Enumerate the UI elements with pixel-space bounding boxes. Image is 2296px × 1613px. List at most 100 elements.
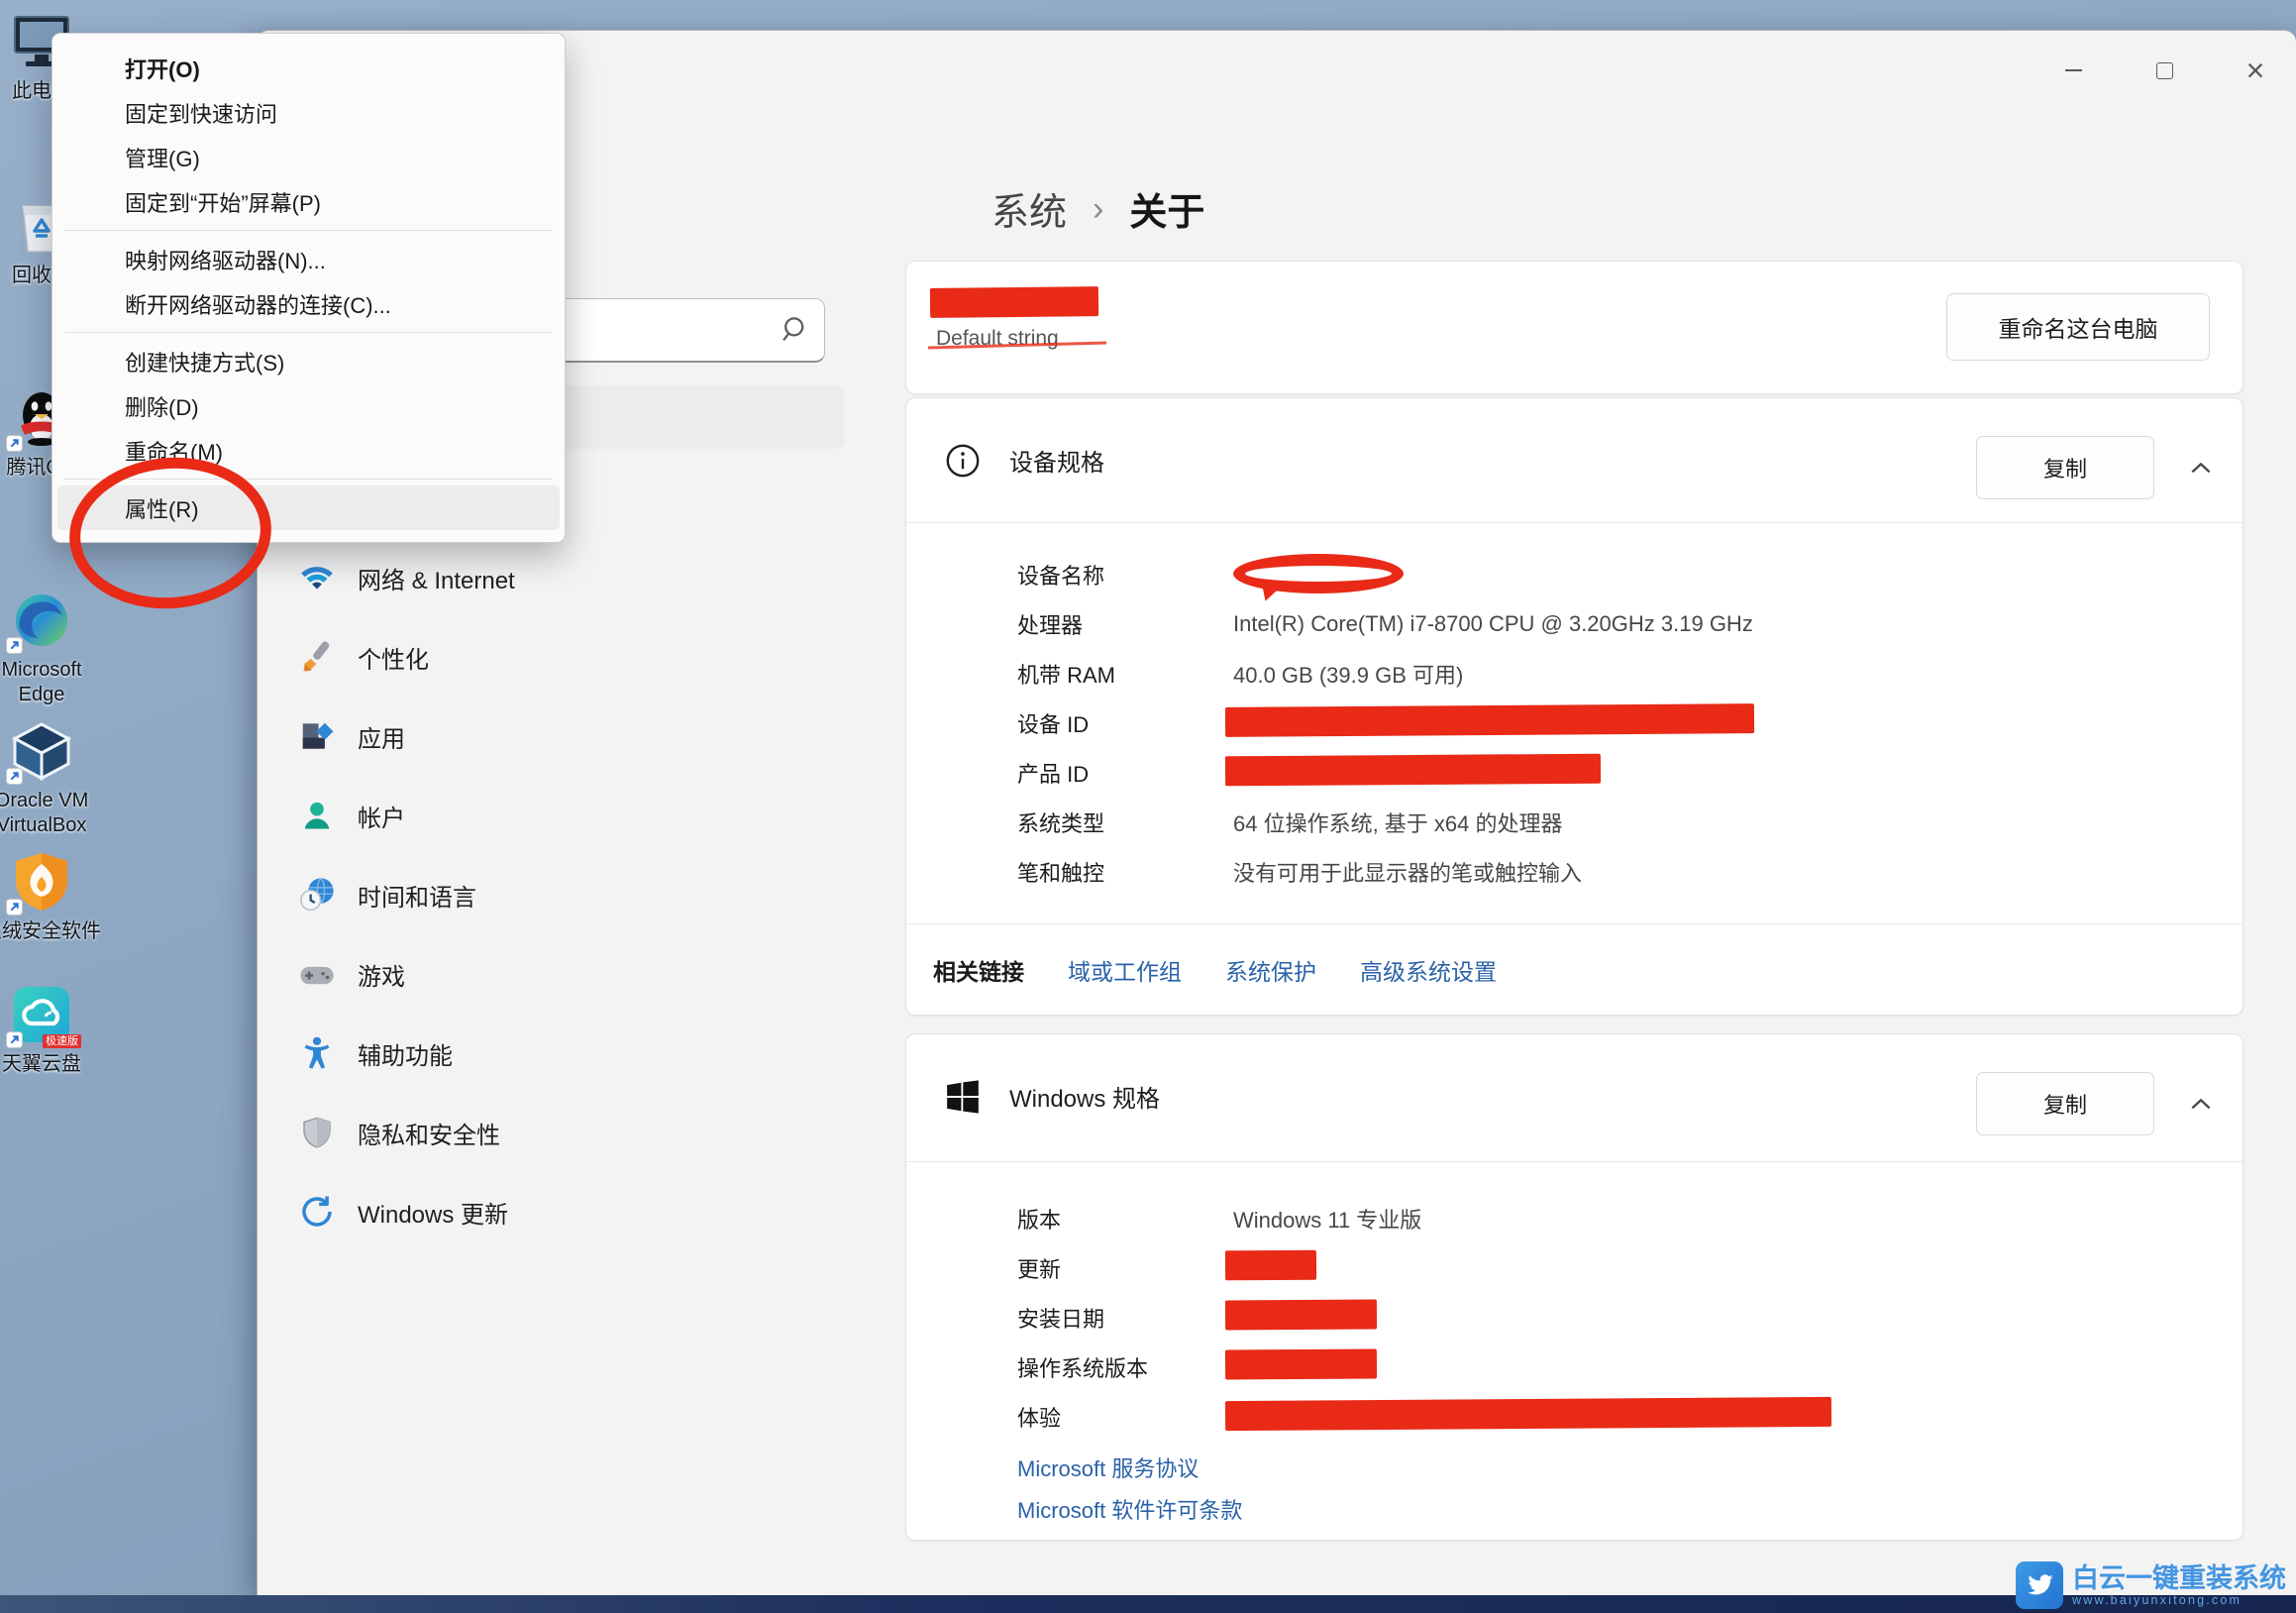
menu-item-0[interactable]: 打开(O) xyxy=(57,46,560,90)
spec-value: 64 位操作系统, 基于 x64 的处理器 xyxy=(1233,806,1563,838)
spec-label: 笔和触控 xyxy=(1017,856,1233,888)
sidebar-item-label: 辅助功能 xyxy=(358,1036,453,1071)
sidebar-item-wifi[interactable]: 网络 & Internet xyxy=(283,548,844,607)
sidebar-item-label: 游戏 xyxy=(358,957,405,992)
desktop-icon-huorong[interactable]: 火绒安全软件 xyxy=(0,850,83,944)
virtualbox-icon xyxy=(10,719,73,783)
minimize-button[interactable] xyxy=(2050,48,2096,93)
menu-divider xyxy=(64,332,553,333)
menu-item-7[interactable]: 删除(D) xyxy=(57,383,560,428)
page-title: 关于 xyxy=(1129,181,1204,236)
sidebar-item-privacy[interactable]: 隐私和安全性 xyxy=(283,1103,844,1162)
shortcut-arrow-icon xyxy=(6,637,23,654)
spec-row: 版本Windows 11 专业版 xyxy=(1017,1194,2203,1243)
sidebar-item-personalization[interactable]: 个性化 xyxy=(283,627,844,687)
spec-value: Windows Feature Experience Pack 421.1740… xyxy=(1233,1404,1708,1430)
spec-row: 更新21H2 xyxy=(1017,1243,2203,1293)
spec-label: 操作系统版本 xyxy=(1017,1351,1233,1383)
spec-label: 更新 xyxy=(1017,1252,1233,1284)
windows-specs-card: Windows 规格 复制 版本Windows 11 专业版更新21H2安装日期… xyxy=(905,1033,2244,1541)
divider xyxy=(906,522,2243,523)
windows-specs-title: Windows 规格 xyxy=(1009,1079,1160,1114)
related-link-2[interactable]: 高级系统设置 xyxy=(1360,953,1497,987)
menu-item-label: 打开(O) xyxy=(125,53,200,84)
menu-item-2[interactable]: 管理(G) xyxy=(57,135,560,179)
menu-item-label: 固定到“开始”屏幕(P) xyxy=(125,186,321,218)
related-links-row: 相关链接 域或工作组系统保护高级系统设置 xyxy=(906,923,2243,1015)
spec-row: 安装日期2021/7/19 xyxy=(1017,1293,2203,1343)
windows-update-icon xyxy=(298,1193,336,1231)
close-button[interactable]: × xyxy=(2233,48,2278,93)
sidebar-item-label: 应用 xyxy=(358,719,405,754)
shortcut-arrow-icon xyxy=(6,435,23,452)
minimize-icon xyxy=(2065,69,2082,71)
related-link-0[interactable]: 域或工作组 xyxy=(1068,953,1182,987)
bird-icon xyxy=(2016,1561,2063,1609)
maximize-button[interactable] xyxy=(2141,48,2187,93)
menu-item-1[interactable]: 固定到快速访问 xyxy=(57,90,560,135)
privacy-icon xyxy=(298,1114,336,1151)
redaction-bar xyxy=(1225,1250,1316,1281)
spec-value: 1556BB04-2E11-4973-BD5E-A9DDE197E909 xyxy=(1233,710,1658,736)
sidebar-item-apps[interactable]: 应用 xyxy=(283,706,844,766)
copy-windows-specs-button[interactable]: 复制 xyxy=(1976,1072,2154,1135)
sidebar-item-label: 网络 & Internet xyxy=(358,561,515,595)
spec-label: 设备 ID xyxy=(1017,707,1233,739)
ms-services-link[interactable]: Microsoft 服务协议 xyxy=(1017,1452,1199,1483)
spec-row: 操作系统版本22000.65 xyxy=(1017,1343,2203,1392)
edge-icon xyxy=(10,589,73,652)
redaction-bar xyxy=(1225,1397,1831,1431)
breadcrumb-separator: › xyxy=(1093,188,1103,229)
desktop-icon-edge[interactable]: Microsoft Edge xyxy=(0,589,83,707)
redacted-text: 2021/7/19 xyxy=(1233,1307,1325,1331)
redaction-bar xyxy=(1225,1299,1377,1330)
ms-license-link[interactable]: Microsoft 软件许可条款 xyxy=(1017,1493,1242,1525)
spec-value: 2021/7/19 xyxy=(1233,1305,1325,1331)
menu-item-label: 管理(G) xyxy=(125,142,200,173)
redaction-circle xyxy=(1233,554,1404,593)
chevron-up-icon[interactable] xyxy=(2185,1089,2217,1121)
search-icon xyxy=(777,312,810,346)
shortcut-arrow-icon xyxy=(6,1031,23,1048)
sidebar-item-label: 时间和语言 xyxy=(358,878,476,913)
redaction-bar xyxy=(1225,754,1601,787)
copy-device-specs-button[interactable]: 复制 xyxy=(1976,436,2154,499)
menu-item-label: 删除(D) xyxy=(125,390,199,422)
sidebar-item-gaming[interactable]: 游戏 xyxy=(283,944,844,1004)
spec-row: 机带 RAM40.0 GB (39.9 GB 可用) xyxy=(1017,649,2203,699)
menu-item-6[interactable]: 创建快捷方式(S) xyxy=(57,339,560,383)
accessibility-icon xyxy=(298,1034,336,1072)
spec-label: 体验 xyxy=(1017,1401,1233,1433)
menu-item-4[interactable]: 映射网络驱动器(N)... xyxy=(57,237,560,281)
menu-item-label: 断开网络驱动器的连接(C)... xyxy=(125,288,391,320)
sidebar-item-accounts[interactable]: 帐户 xyxy=(283,786,844,845)
desktop-icon-label: Oracle VM VirtualBox xyxy=(0,789,101,838)
spec-value: 没有可用于此显示器的笔或触控输入 xyxy=(1233,856,1582,888)
related-link-1[interactable]: 系统保护 xyxy=(1225,953,1316,987)
menu-item-5[interactable]: 断开网络驱动器的连接(C)... xyxy=(57,281,560,326)
chevron-up-icon[interactable] xyxy=(2185,453,2217,484)
close-icon: × xyxy=(2246,54,2265,86)
redacted-text: 1556BB04-2E11-4973-BD5E-A9DDE197E909 xyxy=(1233,712,1658,736)
spec-row: 系统类型64 位操作系统, 基于 x64 的处理器 xyxy=(1017,798,2203,847)
menu-item-label: 创建快捷方式(S) xyxy=(125,346,284,377)
menu-item-3[interactable]: 固定到“开始”屏幕(P) xyxy=(57,179,560,224)
spec-value: 21H2 xyxy=(1233,1255,1283,1281)
desktop-icon-tianyi-cloud[interactable]: 极速版天翼云盘 xyxy=(0,983,83,1077)
sidebar-item-time-language[interactable]: 时间和语言 xyxy=(283,865,844,924)
redaction-bar xyxy=(1225,703,1754,737)
sidebar-item-accessibility[interactable]: 辅助功能 xyxy=(283,1023,844,1083)
rename-pc-button[interactable]: 重命名这台电脑 xyxy=(1946,293,2210,361)
titlebar: × xyxy=(2050,31,2296,110)
spec-value: Intel(R) Core(TM) i7-8700 CPU @ 3.20GHz … xyxy=(1233,611,1753,637)
spec-label: 安装日期 xyxy=(1017,1302,1233,1334)
personalization-icon xyxy=(298,638,336,676)
menu-item-label: 固定到快速访问 xyxy=(125,97,277,129)
breadcrumb-system[interactable]: 系统 xyxy=(991,181,1067,236)
redacted-text: 22000.65 xyxy=(1233,1356,1320,1380)
desktop-icon-virtualbox[interactable]: Oracle VM VirtualBox xyxy=(0,719,83,838)
redacted-text: 21H2 xyxy=(1233,1257,1283,1281)
desktop-icon-label: 火绒安全软件 xyxy=(0,919,101,944)
redaction-bar xyxy=(1225,1348,1377,1379)
sidebar-item-windows-update[interactable]: Windows 更新 xyxy=(283,1182,844,1241)
